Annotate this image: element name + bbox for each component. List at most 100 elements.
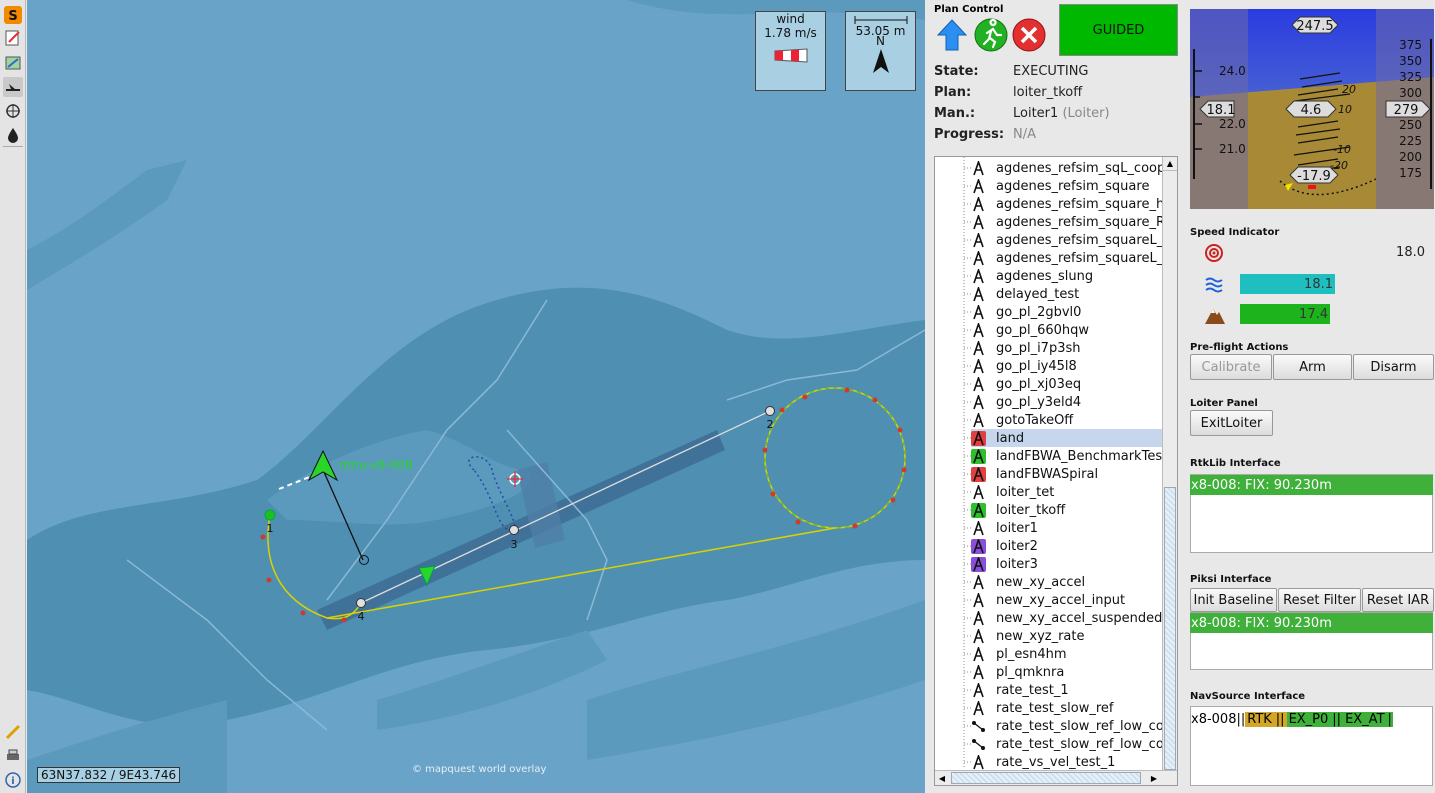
scroll-left-icon[interactable]: ◀ xyxy=(935,771,949,785)
svg-text:4: 4 xyxy=(358,610,365,623)
plan-icon xyxy=(971,357,986,374)
reset-iar-button[interactable]: Reset IAR xyxy=(1362,588,1434,612)
plan-name: land xyxy=(996,430,1025,446)
plan-name: gotoTakeOff xyxy=(996,412,1074,428)
plan-list-item[interactable]: go_pl_iy45l8 xyxy=(971,357,1165,375)
plan-list-item[interactable]: loiter3 xyxy=(971,555,1165,573)
plan-list-item[interactable]: go_pl_xj03eq xyxy=(971,375,1165,393)
init-baseline-button[interactable]: Init Baseline xyxy=(1190,588,1277,612)
plan-icon xyxy=(971,375,986,392)
reset-filter-button[interactable]: Reset Filter xyxy=(1278,588,1361,612)
disarm-button[interactable]: Disarm xyxy=(1353,354,1434,380)
vertical-scrollbar[interactable]: ▲ xyxy=(1162,157,1177,770)
plan-list-item[interactable]: landFBWASpiral xyxy=(971,465,1165,483)
aircraft-icon[interactable] xyxy=(3,77,23,97)
plan-list-item[interactable]: rate_vs_vel_test_1 xyxy=(971,753,1165,771)
toolbar-divider xyxy=(3,146,23,147)
plan-list-item[interactable]: agdenes_slung xyxy=(971,267,1165,285)
landmass xyxy=(587,600,925,760)
ruler-pencil-icon[interactable] xyxy=(3,722,23,742)
navsource-ex-p0: EX_P0 xyxy=(1286,711,1331,727)
plan-list-item[interactable]: pl_esn4hm xyxy=(971,645,1165,663)
svg-text:i: i xyxy=(11,776,14,787)
plan-name: go_pl_660hqw xyxy=(996,322,1090,338)
plan-list-item[interactable]: agdenes_refsim_squareL_c xyxy=(971,231,1165,249)
navsource-title: NavSource Interface xyxy=(1190,691,1306,702)
drop-icon[interactable] xyxy=(3,125,23,145)
arm-button[interactable]: Arm xyxy=(1273,354,1352,380)
waypoint-2[interactable]: 2 xyxy=(765,406,775,432)
plan-icon xyxy=(971,231,986,248)
plan-name: rate_test_slow_ref xyxy=(996,700,1114,716)
plan-icon xyxy=(971,267,986,284)
plan-list-item[interactable]: rate_test_slow_ref_low_cop xyxy=(971,717,1165,735)
plan-name: rate_test_slow_ref_low_cop xyxy=(996,718,1165,734)
plan-list-item[interactable]: new_xy_accel xyxy=(971,573,1165,591)
plan-name: go_pl_iy45l8 xyxy=(996,358,1077,374)
scroll-right-icon[interactable]: ▶ xyxy=(1147,771,1161,785)
plan-tree[interactable]: agdenes_refsim_sqL_coop agdenes_refsim_sq… xyxy=(934,156,1178,786)
calibrate-button[interactable]: Calibrate xyxy=(1190,354,1272,380)
plan-list-item[interactable]: rate_test_slow_ref xyxy=(971,699,1165,717)
altitude-tape-label: 325 xyxy=(1399,70,1422,84)
plan-name: go_pl_i7p3sh xyxy=(996,340,1081,356)
plan-list-item[interactable]: loiter_tkoff xyxy=(971,501,1165,519)
plan-list-item[interactable]: loiter_tet xyxy=(971,483,1165,501)
app-logo-icon[interactable]: S xyxy=(3,5,23,25)
printer-icon[interactable] xyxy=(3,746,23,766)
scale-north-indicator: 53.05 m N xyxy=(845,11,916,91)
target-icon[interactable] xyxy=(3,101,23,121)
send-plan-arrow-icon[interactable] xyxy=(934,17,970,53)
plan-icon xyxy=(971,411,986,428)
plan-icon xyxy=(971,681,986,698)
scroll-thumb[interactable] xyxy=(1164,487,1176,770)
piksi-title: Piksi Interface xyxy=(1190,574,1272,585)
plan-list-item[interactable]: rate_test_1 xyxy=(971,681,1165,699)
pencil-icon[interactable] xyxy=(3,28,23,48)
map-credit: © mapquest world overlay xyxy=(412,764,547,775)
plan-list-item[interactable]: new_xyz_rate xyxy=(971,627,1165,645)
plan-list-item[interactable]: agdenes_refsim_squareL_R xyxy=(971,249,1165,267)
svg-text:S: S xyxy=(8,9,17,24)
plan-list-item[interactable]: go_pl_660hqw xyxy=(971,321,1165,339)
plan-list-item[interactable]: go_pl_y3eld4 xyxy=(971,393,1165,411)
waypoint-4[interactable]: 4 xyxy=(356,598,366,624)
plan-icon xyxy=(971,249,986,266)
waypoint-3[interactable]: 3 xyxy=(509,525,519,552)
svg-text:2: 2 xyxy=(767,418,774,431)
map-edit-icon[interactable] xyxy=(3,53,23,73)
plan-list-item[interactable]: gotoTakeOff xyxy=(971,411,1165,429)
plan-list-item[interactable]: loiter1 xyxy=(971,519,1165,537)
map-view[interactable]: 1 2 3 4 ntnu-x8-008 wind 1.78 m/s 53.05 … xyxy=(27,0,925,793)
plan-icon xyxy=(971,321,986,338)
info-icon[interactable]: i xyxy=(3,770,23,790)
plan-list-item[interactable]: landFBWA_BenchmarkTest xyxy=(971,447,1165,465)
airspeed-row: 18.1 xyxy=(1190,273,1433,295)
speed-tape-label: 21.0 xyxy=(1219,142,1246,156)
altitude-tape-label: 375 xyxy=(1399,38,1422,52)
h-scroll-thumb[interactable] xyxy=(951,772,1141,784)
plan-list-item[interactable]: agdenes_refsim_sqL_coop xyxy=(971,159,1165,177)
stop-plan-icon[interactable] xyxy=(1011,17,1047,53)
plan-list-item[interactable]: rate_test_slow_ref_low_cop xyxy=(971,735,1165,753)
horizontal-scrollbar[interactable]: ◀ ▶ xyxy=(935,770,1177,785)
plan-list-item[interactable]: go_pl_i7p3sh xyxy=(971,339,1165,357)
plan-list-item[interactable]: agdenes_refsim_square xyxy=(971,177,1165,195)
north-arrow-icon xyxy=(872,49,889,73)
scroll-up-icon[interactable]: ▲ xyxy=(1163,157,1177,171)
plan-list-item[interactable]: loiter2 xyxy=(971,537,1165,555)
plan-list-item[interactable]: land xyxy=(971,429,1165,447)
state-value: EXECUTING xyxy=(1013,64,1089,79)
plan-icon xyxy=(971,591,986,608)
tree-guide-lines xyxy=(963,157,971,769)
plan-list-item[interactable]: agdenes_refsim_square_RT xyxy=(971,213,1165,231)
plan-list-item[interactable]: pl_qmknra xyxy=(971,663,1165,681)
plan-list-item[interactable]: new_xy_accel_input xyxy=(971,591,1165,609)
plan-list-item[interactable]: new_xy_accel_suspended xyxy=(971,609,1165,627)
left-toolbar: S i xyxy=(0,0,26,793)
start-plan-icon[interactable] xyxy=(973,17,1009,53)
plan-list-item[interactable]: go_pl_2gbvl0 xyxy=(971,303,1165,321)
plan-list-item[interactable]: agdenes_refsim_square_he xyxy=(971,195,1165,213)
plan-list-item[interactable]: delayed_test xyxy=(971,285,1165,303)
exit-loiter-button[interactable]: ExitLoiter xyxy=(1190,410,1273,436)
